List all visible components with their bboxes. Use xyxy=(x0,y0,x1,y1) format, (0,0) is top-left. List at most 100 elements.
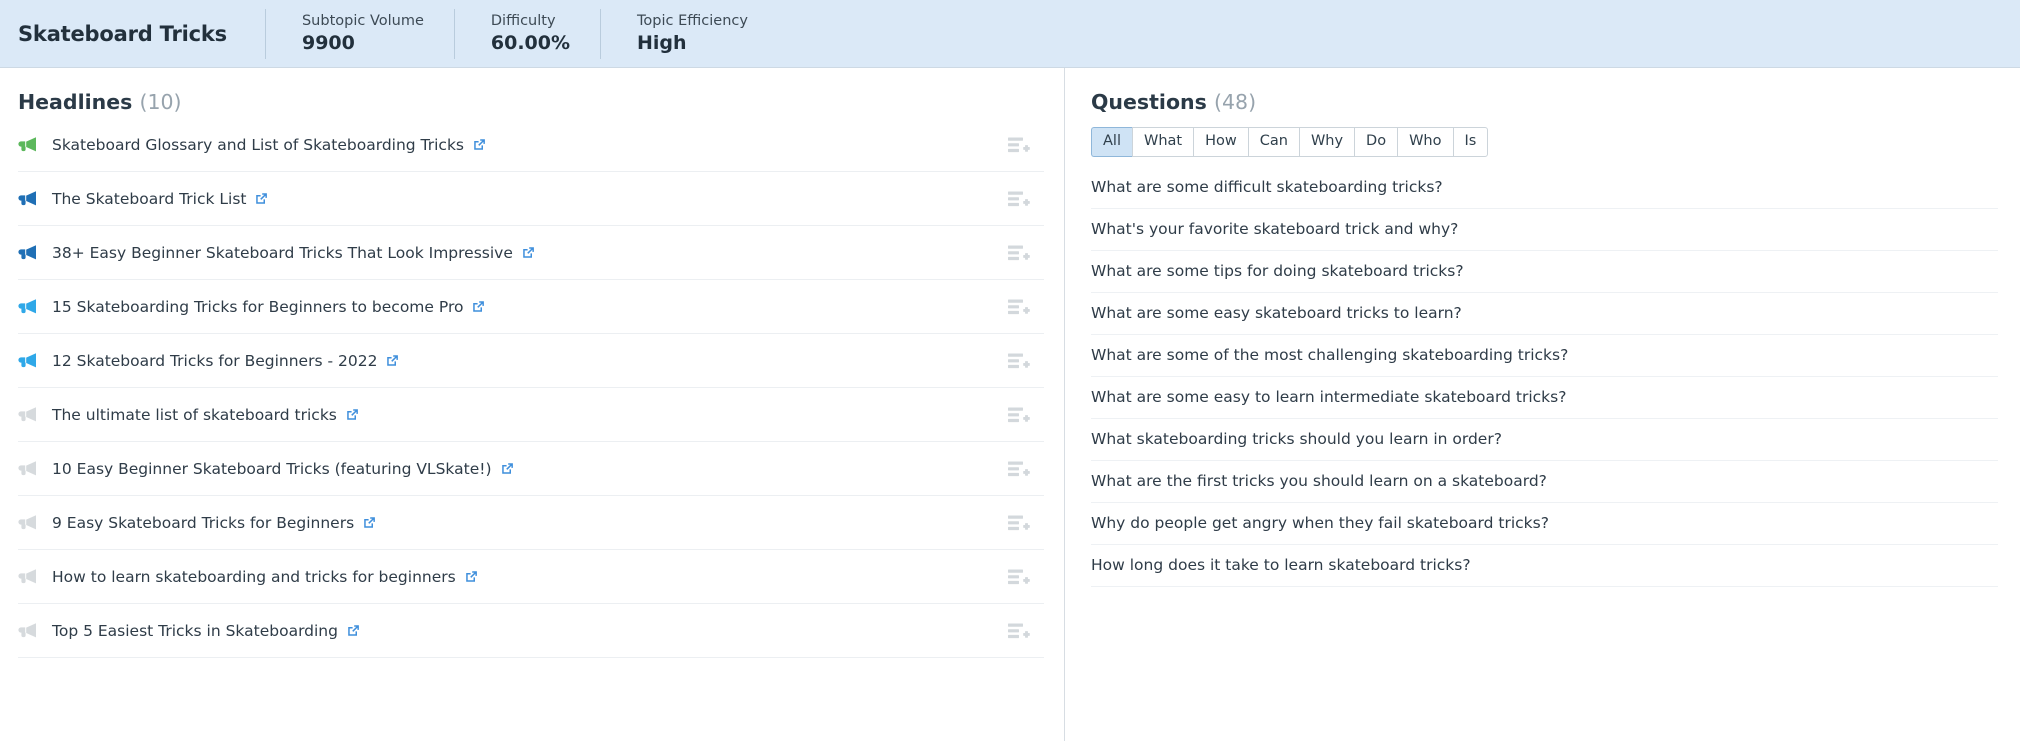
add-to-list-icon[interactable] xyxy=(1008,568,1030,586)
megaphone-icon xyxy=(18,137,36,152)
add-to-list-icon xyxy=(1008,299,1030,314)
megaphone-icon xyxy=(18,568,48,585)
add-to-list-icon xyxy=(1008,461,1030,476)
add-to-list-icon xyxy=(1008,569,1030,584)
headline-row[interactable]: 12 Skateboard Tricks for Beginners - 202… xyxy=(18,334,1044,388)
headlines-panel-title: Headlines (10) xyxy=(18,68,1044,118)
headline-row[interactable]: 10 Easy Beginner Skateboard Tricks (feat… xyxy=(18,442,1044,496)
add-to-list-icon[interactable] xyxy=(1008,352,1030,370)
questions-panel-title: Questions (48) xyxy=(1091,68,1998,118)
add-to-list-icon xyxy=(1008,515,1030,530)
question-filter-how[interactable]: How xyxy=(1193,127,1248,157)
headline-title[interactable]: The ultimate list of skateboard tricks xyxy=(48,406,337,424)
question-row[interactable]: How long does it take to learn skateboar… xyxy=(1091,545,1998,587)
external-link-icon[interactable] xyxy=(501,462,514,475)
headline-row[interactable]: The ultimate list of skateboard tricks xyxy=(18,388,1044,442)
headline-row[interactable]: 9 Easy Skateboard Tricks for Beginners xyxy=(18,496,1044,550)
megaphone-icon xyxy=(18,406,48,423)
question-row[interactable]: What are some of the most challenging sk… xyxy=(1091,335,1998,377)
question-filter-is[interactable]: Is xyxy=(1452,127,1489,157)
headline-title[interactable]: Skateboard Glossary and List of Skateboa… xyxy=(48,136,464,154)
external-link-icon xyxy=(474,139,485,150)
headline-row[interactable]: 38+ Easy Beginner Skateboard Tricks That… xyxy=(18,226,1044,280)
headline-row[interactable]: Skateboard Glossary and List of Skateboa… xyxy=(18,118,1044,172)
page-title: Skateboard Tricks xyxy=(18,21,227,46)
external-link-icon[interactable] xyxy=(465,570,478,583)
headline-title[interactable]: How to learn skateboarding and tricks fo… xyxy=(48,568,456,586)
external-link-icon xyxy=(364,517,376,528)
megaphone-icon xyxy=(18,244,48,261)
metric-label: Subtopic Volume xyxy=(301,13,424,30)
external-link-icon xyxy=(348,625,359,636)
question-row[interactable]: What skateboarding tricks should you lea… xyxy=(1091,419,1998,461)
external-link-icon xyxy=(465,571,477,582)
external-link-icon[interactable] xyxy=(347,624,360,637)
megaphone-icon xyxy=(18,353,36,368)
add-to-list-icon xyxy=(1008,137,1030,152)
external-link-icon[interactable] xyxy=(363,516,376,529)
add-to-list-icon[interactable] xyxy=(1008,622,1030,640)
add-to-list-icon[interactable] xyxy=(1008,406,1030,424)
question-row[interactable]: What's your favorite skateboard trick an… xyxy=(1091,209,1998,251)
megaphone-icon xyxy=(18,407,36,422)
headline-row[interactable]: 15 Skateboarding Tricks for Beginners to… xyxy=(18,280,1044,334)
external-link-icon xyxy=(347,409,358,420)
metric-subtopic-volume: Subtopic Volume 9900 xyxy=(264,8,454,59)
add-to-list-icon[interactable] xyxy=(1008,136,1030,154)
question-filter-who[interactable]: Who xyxy=(1397,127,1453,157)
headline-row[interactable]: The Skateboard Trick List xyxy=(18,172,1044,226)
add-to-list-icon xyxy=(1008,191,1030,206)
external-link-icon[interactable] xyxy=(386,354,399,367)
metric-topic-efficiency: Topic Efficiency High xyxy=(600,8,778,59)
question-filter-what[interactable]: What xyxy=(1131,127,1194,157)
megaphone-icon xyxy=(18,461,36,476)
headline-title[interactable]: 15 Skateboarding Tricks for Beginners to… xyxy=(48,298,463,316)
question-row[interactable]: What are some tips for doing skateboard … xyxy=(1091,251,1998,293)
add-to-list-icon xyxy=(1008,245,1030,260)
megaphone-icon xyxy=(18,623,36,638)
question-filter-group: All What How Can Why Do Who Is xyxy=(1091,127,1998,157)
metric-value: 9900 xyxy=(301,32,355,55)
add-to-list-icon[interactable] xyxy=(1008,514,1030,532)
add-to-list-icon[interactable] xyxy=(1008,244,1030,262)
megaphone-icon xyxy=(18,622,48,639)
external-link-icon[interactable] xyxy=(255,192,268,205)
headline-row[interactable]: Top 5 Easiest Tricks in Skateboarding xyxy=(18,604,1044,658)
metric-value: High xyxy=(637,32,687,55)
external-link-icon[interactable] xyxy=(473,138,486,151)
questions-count: (48) xyxy=(1213,90,1257,114)
question-row[interactable]: What are some easy to learn intermediate… xyxy=(1091,377,1998,419)
megaphone-icon xyxy=(18,136,48,153)
content-area: Headlines (10) Skateboard Glossary and L… xyxy=(0,68,2020,741)
add-to-list-icon[interactable] xyxy=(1008,298,1030,316)
headline-title[interactable]: The Skateboard Trick List xyxy=(48,190,246,208)
headline-title[interactable]: 12 Skateboard Tricks for Beginners - 202… xyxy=(48,352,377,370)
add-to-list-icon[interactable] xyxy=(1008,190,1030,208)
external-link-icon xyxy=(256,193,268,204)
headline-title[interactable]: 38+ Easy Beginner Skateboard Tricks That… xyxy=(48,244,513,262)
external-link-icon xyxy=(473,301,485,312)
add-to-list-icon[interactable] xyxy=(1008,460,1030,478)
external-link-icon xyxy=(501,463,513,474)
headline-title[interactable]: 10 Easy Beginner Skateboard Tricks (feat… xyxy=(48,460,492,478)
question-filter-can[interactable]: Can xyxy=(1247,127,1299,157)
metric-value: 60.00% xyxy=(490,32,571,55)
external-link-icon xyxy=(523,247,534,258)
megaphone-icon xyxy=(18,569,36,584)
external-link-icon[interactable] xyxy=(522,246,535,259)
headlines-title-text: Headlines xyxy=(18,90,133,114)
question-row[interactable]: What are some difficult skateboarding tr… xyxy=(1091,167,1998,209)
question-filter-why[interactable]: Why xyxy=(1298,127,1355,157)
external-link-icon[interactable] xyxy=(346,408,359,421)
headline-row[interactable]: How to learn skateboarding and tricks fo… xyxy=(18,550,1044,604)
question-row[interactable]: What are some easy skateboard tricks to … xyxy=(1091,293,1998,335)
question-filter-do[interactable]: Do xyxy=(1354,127,1398,157)
question-row[interactable]: What are the first tricks you should lea… xyxy=(1091,461,1998,503)
headline-title[interactable]: Top 5 Easiest Tricks in Skateboarding xyxy=(48,622,338,640)
external-link-icon[interactable] xyxy=(472,300,485,313)
megaphone-icon xyxy=(18,245,36,260)
external-link-icon xyxy=(387,355,399,366)
question-row[interactable]: Why do people get angry when they fail s… xyxy=(1091,503,1998,545)
headline-title[interactable]: 9 Easy Skateboard Tricks for Beginners xyxy=(48,514,354,532)
question-filter-all[interactable]: All xyxy=(1091,127,1132,157)
